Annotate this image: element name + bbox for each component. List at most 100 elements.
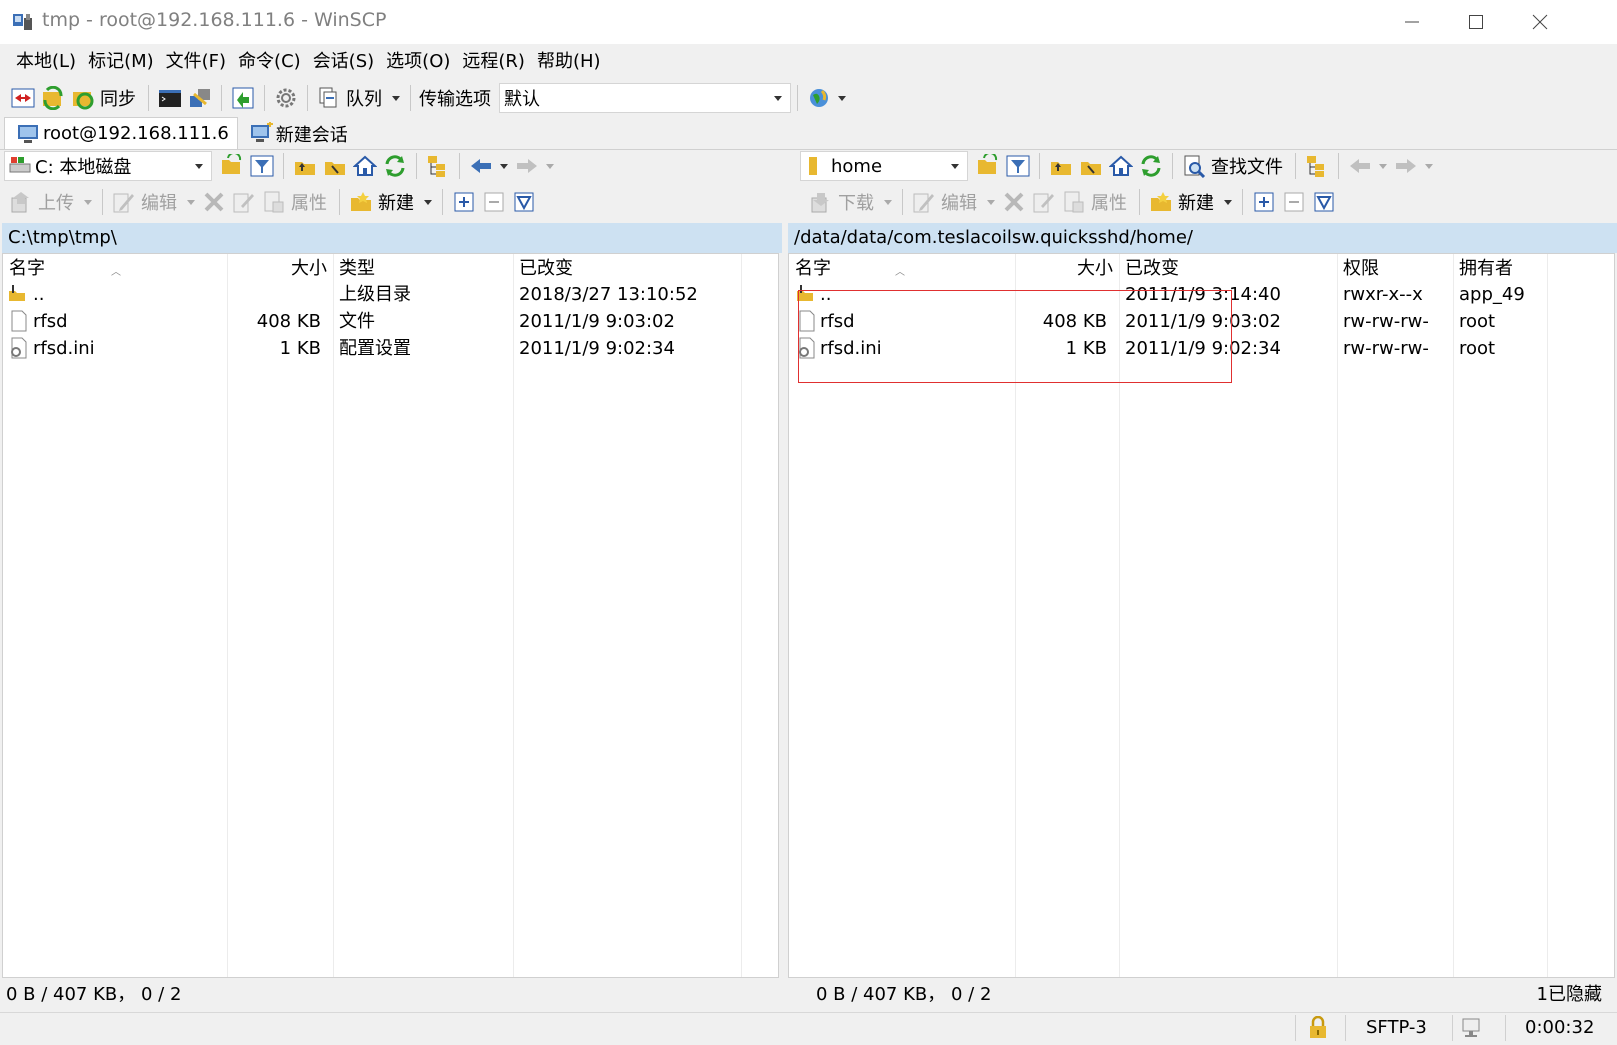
- column-header-size[interactable]: 大小: [1015, 254, 1119, 284]
- column-header-type[interactable]: 类型: [333, 254, 513, 284]
- column-header-changed[interactable]: 已改变: [1119, 254, 1337, 284]
- column-header-owner[interactable]: 拥有者: [1453, 254, 1547, 284]
- download-button[interactable]: 下载: [838, 189, 874, 215]
- home-icon[interactable]: [1108, 154, 1134, 178]
- globe-icon[interactable]: [807, 86, 831, 110]
- synchronize-icon[interactable]: [71, 86, 95, 110]
- back-arrow-icon[interactable]: [469, 154, 493, 178]
- properties-icon[interactable]: [262, 190, 286, 214]
- forward-dropdown-icon[interactable]: [1425, 163, 1433, 169]
- back-arrow-icon[interactable]: [1348, 154, 1372, 178]
- menu-session[interactable]: 会话(S): [307, 46, 380, 78]
- back-dropdown-icon[interactable]: [500, 163, 508, 169]
- new-dropdown-icon[interactable]: [424, 199, 432, 205]
- preferences-gear-icon[interactable]: [274, 86, 298, 110]
- edit-pencil-icon[interactable]: [112, 190, 136, 214]
- close-button[interactable]: [1508, 0, 1572, 44]
- root-directory-icon[interactable]: [1079, 154, 1103, 178]
- rename-icon[interactable]: [1032, 190, 1056, 214]
- hidden-count[interactable]: 1已隐藏: [1537, 980, 1602, 1010]
- menu-options[interactable]: 选项(O): [380, 46, 456, 78]
- properties-icon[interactable]: [1062, 190, 1086, 214]
- forward-arrow-icon[interactable]: [515, 154, 539, 178]
- column-header-size[interactable]: 大小: [227, 254, 333, 284]
- download-dropdown-icon[interactable]: [884, 199, 892, 205]
- filter-icon[interactable]: [250, 154, 274, 178]
- table-row[interactable]: rfsd 408 KB 文件 2011/1/9 9:03:02: [3, 308, 778, 335]
- parent-directory-icon[interactable]: [1049, 154, 1073, 178]
- menu-file[interactable]: 文件(F): [160, 46, 232, 78]
- tree-icon[interactable]: [1305, 154, 1329, 178]
- download-icon[interactable]: [809, 190, 833, 214]
- edit-button[interactable]: 编辑: [141, 189, 177, 215]
- menu-help[interactable]: 帮助(H): [531, 46, 607, 78]
- putty-icon[interactable]: [188, 86, 212, 110]
- column-header-name[interactable]: 名字 ︿: [3, 254, 227, 284]
- root-directory-icon[interactable]: [323, 154, 347, 178]
- queue-button[interactable]: 队列: [346, 85, 382, 111]
- filter-select-icon[interactable]: [512, 190, 536, 214]
- maximize-button[interactable]: [1444, 0, 1508, 44]
- new-button[interactable]: 新建: [1178, 189, 1214, 215]
- unselect-minus-icon[interactable]: [1282, 190, 1306, 214]
- back-dropdown-icon[interactable]: [1379, 163, 1387, 169]
- unselect-minus-icon[interactable]: [482, 190, 506, 214]
- local-file-list[interactable]: 名字 ︿ 大小 类型 已改变 .. 上级目录 2018/3/27 13:10:5…: [2, 253, 779, 978]
- new-folder-icon[interactable]: [349, 190, 373, 214]
- delete-icon[interactable]: [202, 190, 226, 214]
- queue-dropdown-icon[interactable]: [392, 95, 400, 101]
- tab-session[interactable]: root@192.168.111.6: [4, 117, 238, 149]
- properties-button[interactable]: 属性: [291, 189, 327, 215]
- new-dropdown-icon[interactable]: [1224, 199, 1232, 205]
- select-all-plus-icon[interactable]: [1252, 190, 1276, 214]
- forward-dropdown-icon[interactable]: [546, 163, 554, 169]
- remote-directory-select[interactable]: home: [800, 151, 968, 181]
- menu-mark[interactable]: 标记(M): [82, 46, 160, 78]
- menu-local[interactable]: 本地(L): [10, 46, 82, 78]
- filter-icon[interactable]: [1006, 154, 1030, 178]
- upload-icon[interactable]: [9, 190, 33, 214]
- edit-pencil-icon[interactable]: [912, 190, 936, 214]
- tree-icon[interactable]: [426, 154, 450, 178]
- terminal-icon[interactable]: [158, 86, 182, 110]
- edit-button[interactable]: 编辑: [941, 189, 977, 215]
- rename-icon[interactable]: [232, 190, 256, 214]
- find-files-button[interactable]: 查找文件: [1211, 153, 1283, 179]
- minimize-button[interactable]: [1380, 0, 1444, 44]
- home-icon[interactable]: [352, 154, 378, 178]
- parent-directory-icon[interactable]: [293, 154, 317, 178]
- queue-icon[interactable]: [317, 86, 341, 110]
- new-folder-icon[interactable]: [1149, 190, 1173, 214]
- transfer-preset-select[interactable]: 默认: [499, 83, 791, 113]
- select-all-plus-icon[interactable]: [452, 190, 476, 214]
- refresh-icon[interactable]: [1139, 154, 1163, 178]
- column-header-rights[interactable]: 权限: [1337, 254, 1453, 284]
- column-header-changed[interactable]: 已改变: [513, 254, 741, 284]
- local-path-bar[interactable]: C:\tmp\tmp\: [2, 223, 785, 253]
- new-button[interactable]: 新建: [378, 189, 414, 215]
- open-folder-icon[interactable]: [220, 151, 244, 178]
- remote-path-bar[interactable]: /data/data/com.teslacoilsw.quicksshd/hom…: [788, 223, 1617, 253]
- open-folder-icon[interactable]: [976, 151, 1000, 178]
- edit-dropdown-icon[interactable]: [187, 199, 195, 205]
- menu-commands[interactable]: 命令(C): [232, 46, 307, 78]
- menu-remote[interactable]: 远程(R): [456, 46, 531, 78]
- upload-button[interactable]: 上传: [38, 189, 74, 215]
- table-row[interactable]: rfsd.ini 1 KB 配置设置 2011/1/9 9:02:34: [3, 335, 778, 362]
- edit-dropdown-icon[interactable]: [987, 199, 995, 205]
- table-row[interactable]: .. 上级目录 2018/3/27 13:10:52: [3, 281, 778, 308]
- filter-select-icon[interactable]: [1312, 190, 1336, 214]
- forward-arrow-icon[interactable]: [1394, 154, 1418, 178]
- refresh-icon[interactable]: [383, 154, 407, 178]
- column-header-name[interactable]: 名字 ︿: [789, 254, 1015, 284]
- tab-new-session[interactable]: 新建会话: [238, 118, 356, 149]
- local-drive-select[interactable]: C: 本地磁盘: [4, 151, 212, 181]
- upload-dropdown-icon[interactable]: [84, 199, 92, 205]
- synchronize-browsing-icon[interactable]: [41, 85, 65, 111]
- find-files-icon[interactable]: [1182, 154, 1206, 179]
- compare-directories-icon[interactable]: [11, 86, 35, 110]
- transfer-icon[interactable]: [231, 86, 255, 110]
- synchronize-button[interactable]: 同步: [100, 85, 136, 111]
- delete-icon[interactable]: [1002, 190, 1026, 214]
- globe-dropdown-icon[interactable]: [838, 95, 846, 101]
